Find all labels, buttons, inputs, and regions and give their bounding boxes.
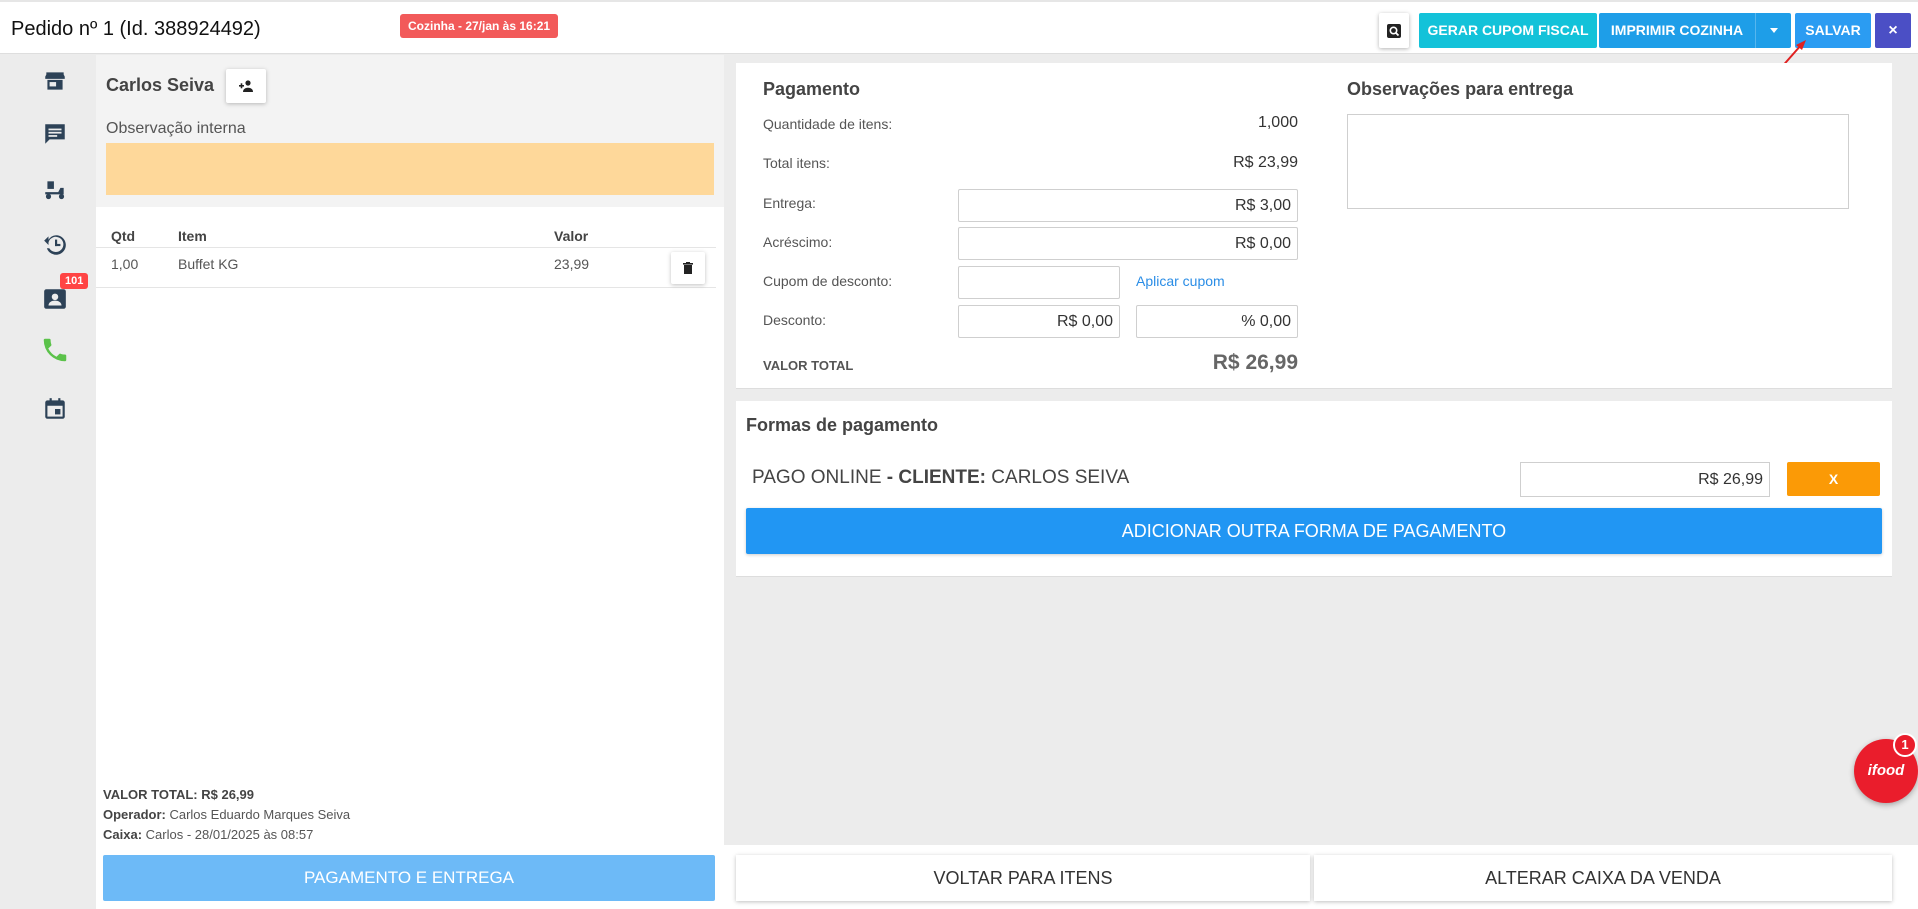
order-summary: VALOR TOTAL: R$ 26,99 Operador: Carlos E… [103,785,350,845]
delivery-fee-input[interactable]: R$ 3,00 [958,189,1298,222]
quantity-value: 1,000 [1257,114,1298,131]
customer-name: Carlos Seiva [106,75,215,95]
left-nav: 101 [0,55,96,909]
operator-label: Operador: [103,807,166,822]
delivery-fee-label: Entrega: [763,195,816,211]
grand-total-value: R$ 26,99 [1212,351,1298,374]
chevron-down-icon [1770,28,1778,33]
order-items-panel: Carlos Seiva Observação interna Qtd Item… [96,55,724,909]
cashier-value: Carlos - 28/01/2025 às 08:57 [145,827,314,842]
surcharge-label: Acréscimo: [763,234,833,250]
payment-methods-card: Formas de pagamento PAGO ONLINE - CLIENT… [736,401,1892,577]
print-kitchen-button[interactable]: IMPRIMIR COZINHA [1599,13,1791,48]
change-customer-button[interactable] [226,69,266,103]
close-button[interactable]: × [1875,13,1911,48]
column-valor: Valor [554,228,589,244]
payment-methods-title: Formas de pagamento [746,415,939,435]
discount-percent-input[interactable]: % 0,00 [1136,305,1298,338]
payment-client-name: CARLOS SEIVA [991,467,1130,488]
payment-delivery-button[interactable]: PAGAMENTO E ENTREGA [103,855,715,901]
delete-item-button[interactable] [671,252,705,284]
trash-icon [683,262,693,274]
coupon-input[interactable] [958,266,1120,299]
grand-total-label: VALOR TOTAL [763,358,854,373]
coupon-label: Cupom de desconto: [763,273,893,289]
internal-note-field[interactable] [106,143,714,195]
search-button[interactable] [1379,13,1409,48]
ifood-notification-badge: 1 [1893,733,1917,757]
discount-value-input[interactable]: R$ 0,00 [958,305,1120,338]
item-value: 23,99 [554,256,590,272]
calendar-icon[interactable] [42,396,68,422]
internal-note-label: Observação interna [106,120,246,137]
cashier-label: Caixa: [103,827,143,842]
items-table-header: Qtd Item Valor [96,220,716,248]
item-name: Buffet KG [178,256,239,272]
ifood-logo: ifood [1867,762,1905,779]
chat-icon[interactable] [42,121,68,147]
payment-client-label: CLIENTE: [898,467,987,488]
surcharge-input[interactable]: R$ 0,00 [958,227,1298,260]
customer-header: Carlos Seiva Observação interna [96,55,724,207]
payment-method-entry: PAGO ONLINE - CLIENTE: CARLOS SEIVA [752,467,1129,489]
generate-fiscal-coupon-button[interactable]: GERAR CUPOM FISCAL [1419,13,1597,48]
operator-name: Carlos Eduardo Marques Seiva [169,807,351,822]
column-qtd: Qtd [111,228,136,244]
discount-label: Desconto: [763,312,827,328]
search-icon [1387,24,1401,38]
history-icon[interactable] [42,232,68,258]
payment-title: Pagamento [763,79,861,99]
contact-card-icon[interactable] [42,286,68,312]
add-payment-method-button[interactable]: ADICIONAR OUTRA FORMA DE PAGAMENTO [746,508,1882,554]
back-to-items-button[interactable]: VOLTAR PARA ITENS [736,855,1310,901]
total-items-value: R$ 23,99 [1233,154,1298,171]
print-kitchen-label: IMPRIMIR COZINHA [1610,22,1744,38]
change-cashier-button[interactable]: ALTERAR CAIXA DA VENDA [1314,855,1892,901]
summary-total-label: VALOR TOTAL: [103,787,198,802]
kitchen-status-badge: Cozinha - 27/jan às 16:21 [400,14,559,38]
payment-card: Pagamento Quantidade de itens: 1,000 Tot… [736,63,1892,389]
column-item: Item [178,228,207,244]
top-bar: Pedido nº 1 (Id. 388924492) Cozinha - 27… [0,0,1918,54]
table-row[interactable]: 1,00 Buffet KG 23,99 [96,248,716,288]
remove-payment-button[interactable]: X [1787,462,1880,496]
quantity-label: Quantidade de itens: [763,116,893,132]
delivery-notes-title: Observações para entrega [1347,79,1574,99]
payment-method-separator: - [881,467,899,488]
store-icon[interactable] [42,68,68,94]
order-title: Pedido nº 1 (Id. 388924492) [11,18,261,40]
phone-icon[interactable] [40,335,70,365]
delivery-notes-textarea[interactable] [1347,114,1849,209]
total-items-label: Total itens: [763,155,830,171]
payment-amount-input[interactable]: R$ 26,99 [1520,462,1770,497]
delivery-icon[interactable] [42,177,68,203]
item-qty: 1,00 [111,256,139,272]
summary-total-value: R$ 26,99 [201,787,254,802]
payment-method-name: PAGO ONLINE [752,467,882,488]
apply-coupon-link[interactable]: Aplicar cupom [1136,273,1225,289]
add-user-icon [239,80,253,92]
